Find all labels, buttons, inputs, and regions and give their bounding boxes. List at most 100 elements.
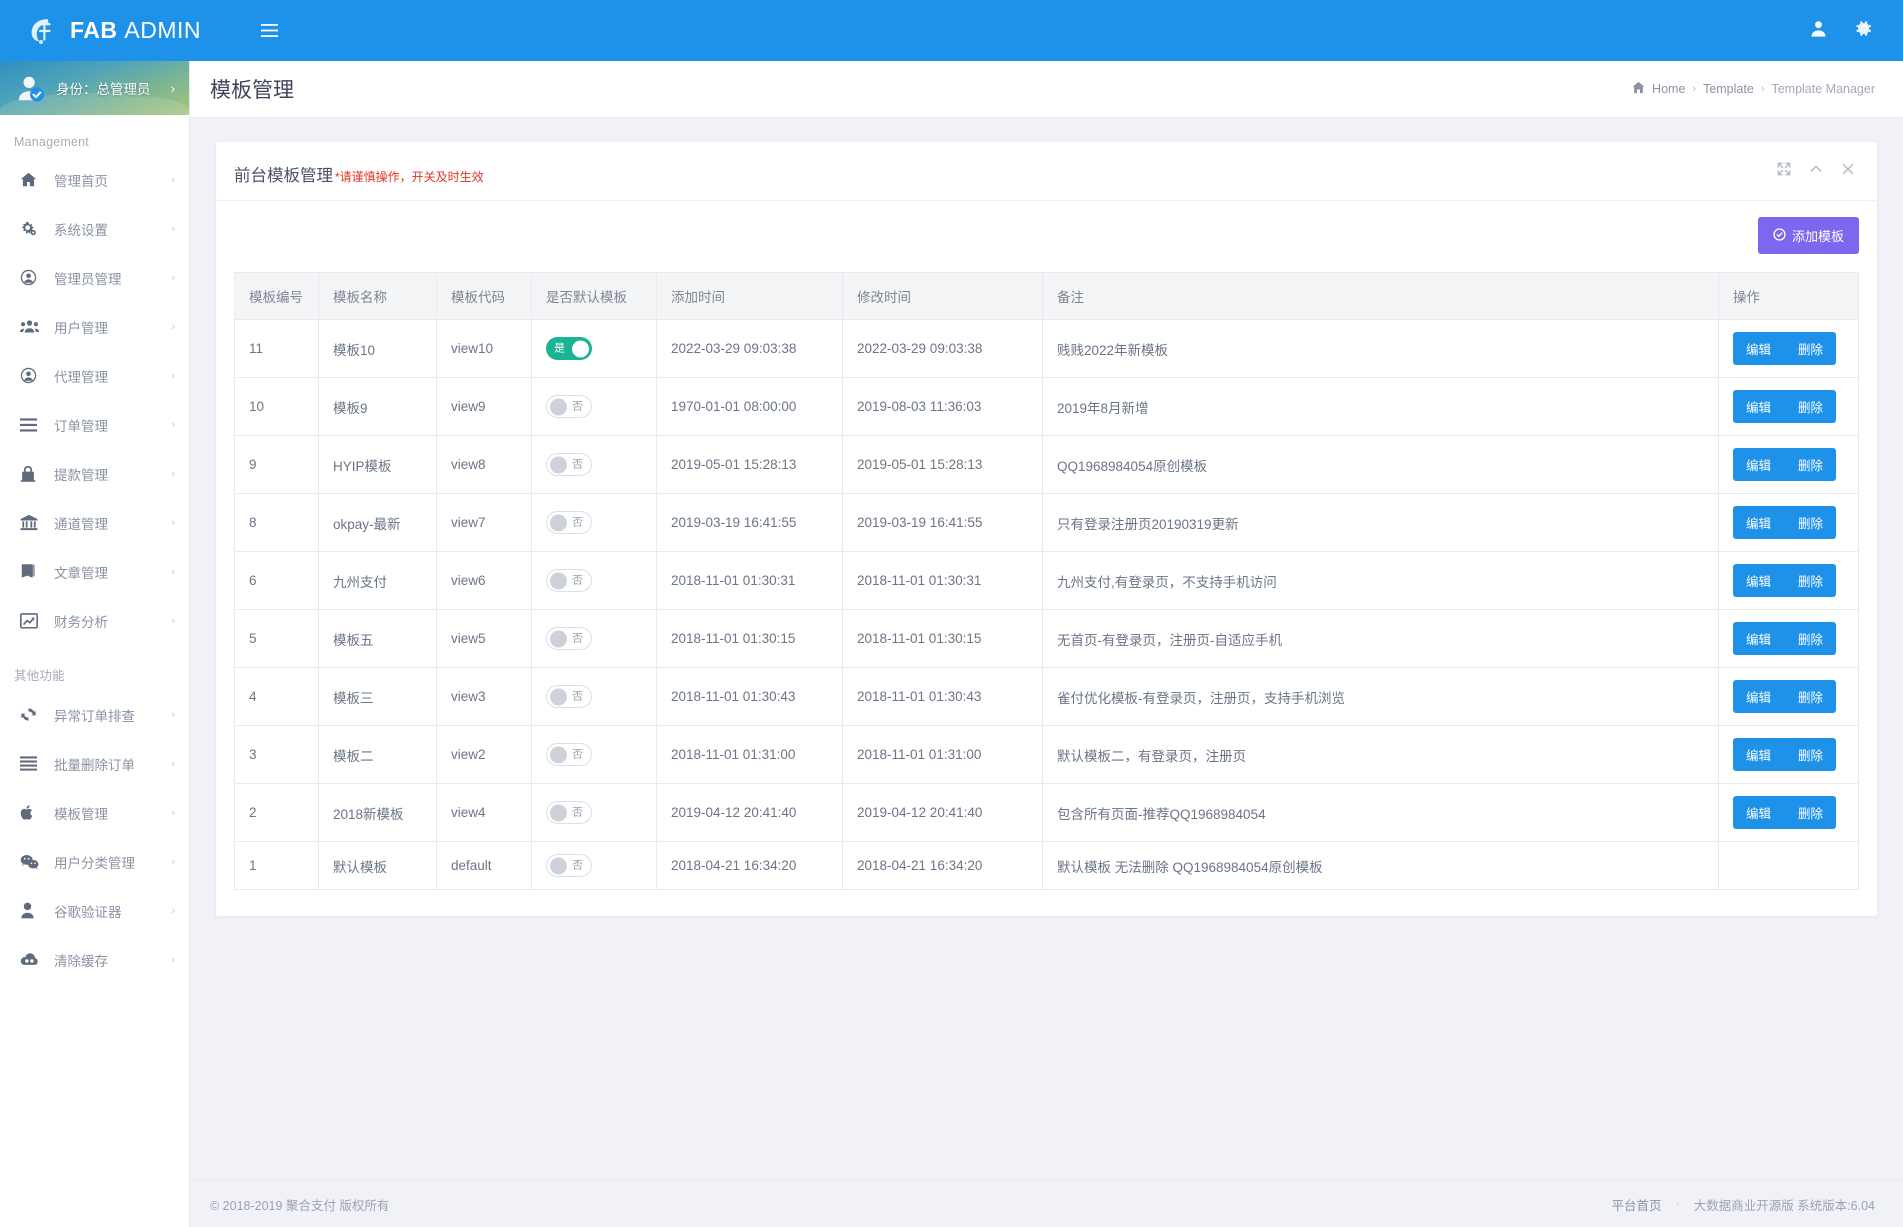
- chevron-up-icon[interactable]: [1809, 162, 1823, 180]
- cell-template-code: view4: [436, 783, 532, 842]
- sidebar-item-financial-analysis[interactable]: 财务分析 ›: [0, 596, 189, 645]
- cell-added-time: 1970-01-01 08:00:00: [656, 377, 843, 436]
- sidebar-item-article-management[interactable]: 文章管理 ›: [0, 547, 189, 596]
- delete-button[interactable]: 删除: [1784, 738, 1837, 771]
- cell-actions: 编辑 删除: [1718, 667, 1859, 726]
- default-template-toggle[interactable]: 否: [546, 453, 592, 476]
- edit-button[interactable]: 编辑: [1733, 506, 1785, 539]
- breadcrumb-template[interactable]: Template: [1703, 82, 1754, 96]
- cell-template-code: view2: [436, 725, 532, 784]
- sidebar-item-channel-management[interactable]: 通道管理 ›: [0, 498, 189, 547]
- cell-actions: 编辑 删除: [1718, 609, 1859, 668]
- breadcrumb-home[interactable]: Home: [1652, 82, 1685, 96]
- default-template-toggle[interactable]: 否: [546, 627, 592, 650]
- default-template-toggle[interactable]: 否: [546, 685, 592, 708]
- sidebar-item-clear-cache[interactable]: 清除缓存 ›: [0, 935, 189, 984]
- default-template-toggle[interactable]: 否: [546, 569, 592, 592]
- cell-actions: [1718, 841, 1859, 890]
- default-template-toggle[interactable]: 否: [546, 854, 592, 877]
- sidebar-item-withdraw-management[interactable]: 提款管理 ›: [0, 449, 189, 498]
- sidebar-item-agent-management[interactable]: 代理管理 ›: [0, 351, 189, 400]
- table-row: 9 HYIP模板 view8 否 2019-05-01 15:28:13 2019-05-…: [234, 435, 1859, 494]
- sidebar-item-system-settings[interactable]: 系统设置 ›: [0, 204, 189, 253]
- expand-icon[interactable]: [1777, 162, 1791, 180]
- edit-button[interactable]: 编辑: [1733, 680, 1785, 713]
- hamburger-icon[interactable]: [256, 18, 282, 44]
- topbar-actions: [1809, 19, 1903, 43]
- profile-name: 身份：总管理员: [56, 82, 151, 97]
- cell-modified-time: 2019-05-01 15:28:13: [842, 435, 1043, 494]
- sidebar-item-order-management[interactable]: 订单管理 ›: [0, 400, 189, 449]
- wechat-icon: [20, 854, 44, 870]
- chevron-right-icon: ›: [171, 565, 175, 578]
- card-header: 前台模板管理 *请谨慎操作，开关及时生效: [216, 142, 1877, 201]
- sidebar-section-title-other: 其他功能: [14, 669, 65, 683]
- delete-button[interactable]: 删除: [1784, 506, 1837, 539]
- edit-button[interactable]: 编辑: [1733, 622, 1785, 655]
- sidebar-item-batch-delete-orders[interactable]: 批量删除订单 ›: [0, 739, 189, 788]
- delete-button[interactable]: 删除: [1784, 622, 1837, 655]
- edit-button[interactable]: 编辑: [1733, 448, 1785, 481]
- th-remark: 备注: [1042, 272, 1719, 320]
- cell-template-id: 4: [234, 667, 319, 726]
- chevron-right-icon: ›: [171, 614, 175, 627]
- delete-button[interactable]: 删除: [1784, 796, 1837, 829]
- template-table: 模板编号 模板名称 模板代码 是否默认模板 添加时间 修改时间 备注 操作 11…: [234, 272, 1859, 890]
- sidebar-item-google-authenticator[interactable]: 谷歌验证器 ›: [0, 886, 189, 935]
- cell-template-code: default: [436, 841, 532, 890]
- sidebar-item-template-management[interactable]: 模板管理 ›: [0, 788, 189, 837]
- breadcrumb: Home › Template › Template Manager: [1632, 81, 1875, 97]
- delete-button[interactable]: 删除: [1784, 390, 1837, 423]
- breadcrumb-separator: ›: [1760, 83, 1765, 95]
- cell-template-id: 9: [234, 435, 319, 494]
- toggle-label: 否: [572, 632, 583, 644]
- main-content: 模板管理 Home › Template › Template Manager …: [190, 61, 1903, 1227]
- body-area: 前台模板管理 *请谨慎操作，开关及时生效 添加模板 模板编号 模板名称 模板代码…: [190, 118, 1903, 1170]
- close-icon[interactable]: [1841, 162, 1855, 180]
- profile-caret-icon[interactable]: ›: [171, 81, 175, 96]
- brand-logo-area[interactable]: FAB ADMIN: [0, 0, 232, 61]
- cell-added-time: 2019-03-19 16:41:55: [656, 493, 843, 552]
- toggle-label: 是: [554, 342, 565, 354]
- add-template-button[interactable]: 添加模板: [1757, 217, 1859, 254]
- cell-is-default: 否: [531, 667, 657, 726]
- edit-button[interactable]: 编辑: [1733, 796, 1785, 829]
- sidebar-item-abnormal-orders[interactable]: 异常订单排查 ›: [0, 690, 189, 739]
- default-template-toggle[interactable]: 是: [546, 337, 592, 360]
- sidebar-item-user-category-management[interactable]: 用户分类管理 ›: [0, 837, 189, 886]
- edit-button[interactable]: 编辑: [1733, 332, 1785, 365]
- edit-button[interactable]: 编辑: [1733, 564, 1785, 597]
- chevron-right-icon: ›: [171, 369, 175, 382]
- lock-icon: [20, 465, 44, 482]
- edit-button[interactable]: 编辑: [1733, 390, 1785, 423]
- sidebar-item-label: 模板管理: [54, 806, 108, 822]
- sidebar-item-label: 批量删除订单: [54, 757, 135, 773]
- cell-is-default: 否: [531, 841, 657, 890]
- toggle-label: 否: [572, 748, 583, 760]
- sidebar-profile[interactable]: 身份：总管理员 ›: [0, 61, 189, 115]
- default-template-toggle[interactable]: 否: [546, 743, 592, 766]
- gear-icon[interactable]: [1854, 19, 1873, 43]
- footer-platform-home-link[interactable]: 平台首页: [1612, 1195, 1662, 1214]
- sidebar-item-label: 用户管理: [54, 320, 108, 336]
- list-icon: [20, 756, 44, 771]
- delete-button[interactable]: 删除: [1784, 680, 1837, 713]
- delete-button[interactable]: 删除: [1784, 564, 1837, 597]
- sidebar-item-dashboard[interactable]: 管理首页 ›: [0, 155, 189, 204]
- action-button-group: 编辑 删除: [1733, 506, 1837, 539]
- sidebar-item-user-management[interactable]: 用户管理 ›: [0, 302, 189, 351]
- default-template-toggle[interactable]: 否: [546, 511, 592, 534]
- cell-template-id: 1: [234, 841, 319, 890]
- sidebar-section-title-management: Management: [14, 135, 89, 149]
- user-icon[interactable]: [1809, 19, 1828, 43]
- chevron-right-icon: ›: [171, 418, 175, 431]
- delete-button[interactable]: 删除: [1784, 332, 1837, 365]
- th-template-id: 模板编号: [234, 272, 319, 320]
- default-template-toggle[interactable]: 否: [546, 801, 592, 824]
- sidebar-item-label: 用户分类管理: [54, 855, 135, 871]
- delete-button[interactable]: 删除: [1784, 448, 1837, 481]
- cell-actions: 编辑 删除: [1718, 725, 1859, 784]
- sidebar-item-admin-management[interactable]: 管理员管理 ›: [0, 253, 189, 302]
- edit-button[interactable]: 编辑: [1733, 738, 1785, 771]
- default-template-toggle[interactable]: 否: [546, 395, 592, 418]
